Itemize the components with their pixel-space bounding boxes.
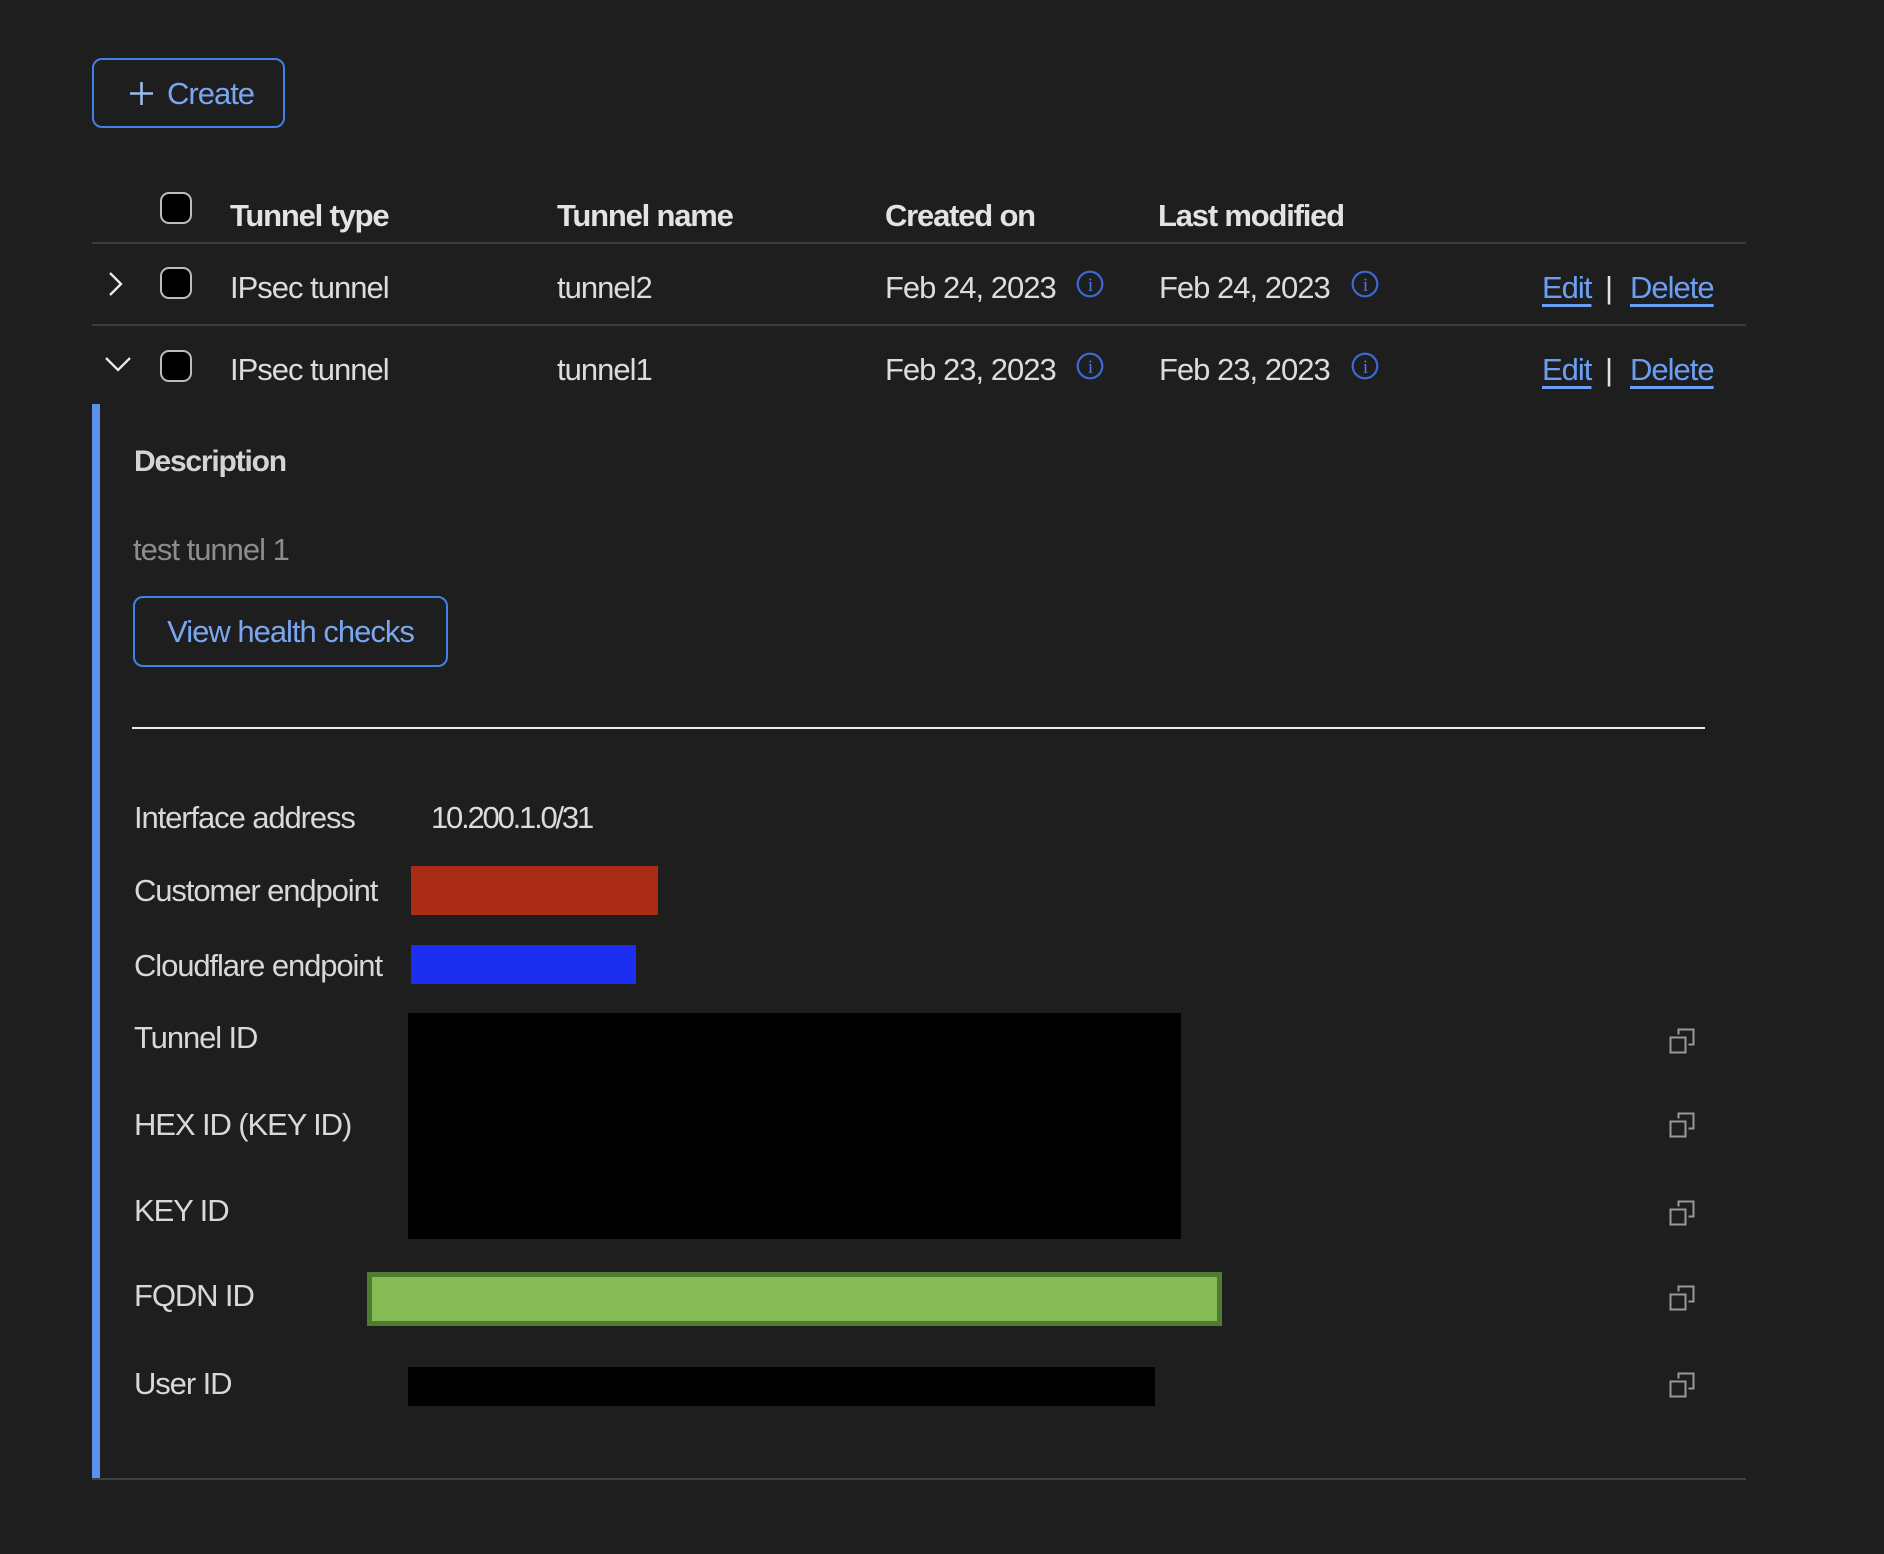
svg-text:i: i bbox=[1088, 357, 1093, 378]
svg-text:i: i bbox=[1363, 275, 1368, 296]
svg-text:i: i bbox=[1363, 357, 1368, 378]
svg-text:i: i bbox=[1088, 275, 1093, 296]
